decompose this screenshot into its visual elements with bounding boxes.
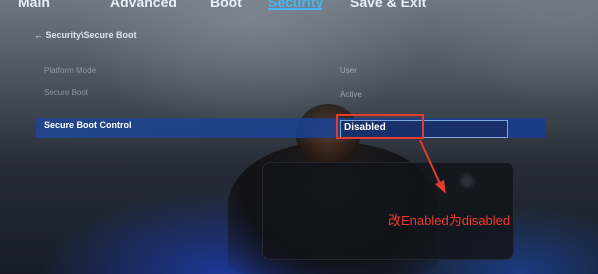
setting-label-secure-boot: Secure Boot	[44, 88, 89, 97]
setting-label-platform-mode: Platform Mode	[44, 66, 97, 75]
annotation-text: 改Enabled为disabled	[388, 213, 511, 228]
red-highlight-box	[336, 114, 424, 139]
setting-value-platform-mode: User	[340, 66, 357, 75]
active-tab-underline	[268, 8, 322, 10]
camera-lens-reflection	[458, 172, 476, 190]
menu-tab-advanced[interactable]: Advanced	[110, 0, 177, 10]
breadcrumb[interactable]: ← Security\Secure Boot	[34, 30, 137, 40]
menu-tab-main[interactable]: Main	[18, 0, 50, 10]
setting-value-secure-boot: Active	[340, 90, 362, 99]
bios-menu-bar: Main Advanced Boot Security Save & Exit	[0, 0, 598, 14]
secure-boot-control-label: Secure Boot Control	[44, 120, 132, 130]
menu-tab-save-exit[interactable]: Save & Exit	[350, 0, 426, 10]
menu-tab-boot[interactable]: Boot	[210, 0, 242, 10]
